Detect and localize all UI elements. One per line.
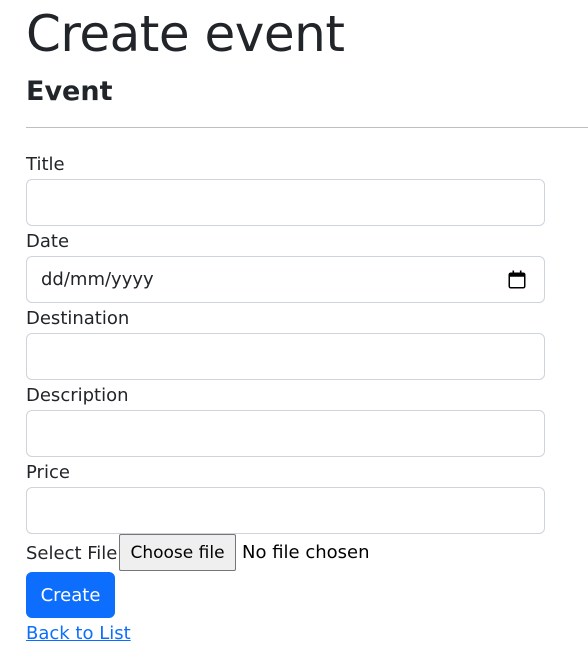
divider bbox=[26, 127, 588, 128]
destination-input[interactable] bbox=[26, 333, 545, 380]
create-button[interactable]: Create bbox=[26, 572, 115, 618]
choose-file-button[interactable]: Choose file bbox=[119, 534, 236, 571]
description-label: Description bbox=[26, 385, 129, 406]
destination-label: Destination bbox=[26, 308, 130, 329]
date-label: Date bbox=[26, 231, 70, 252]
section-title: Event bbox=[26, 76, 113, 107]
back-to-list-link[interactable]: Back to List bbox=[26, 622, 131, 646]
title-label: Title bbox=[26, 154, 65, 175]
select-file-label: Select File bbox=[26, 543, 118, 564]
page-title: Create event bbox=[26, 5, 345, 63]
date-placeholder: dd/mm/yyyy bbox=[41, 269, 154, 290]
price-input[interactable] bbox=[26, 487, 545, 534]
title-input[interactable] bbox=[26, 179, 545, 226]
description-input[interactable] bbox=[26, 410, 545, 457]
file-status-text: No file chosen bbox=[242, 542, 370, 563]
price-label: Price bbox=[26, 462, 70, 483]
date-input[interactable]: dd/mm/yyyy bbox=[26, 256, 545, 303]
calendar-icon[interactable] bbox=[508, 270, 526, 289]
